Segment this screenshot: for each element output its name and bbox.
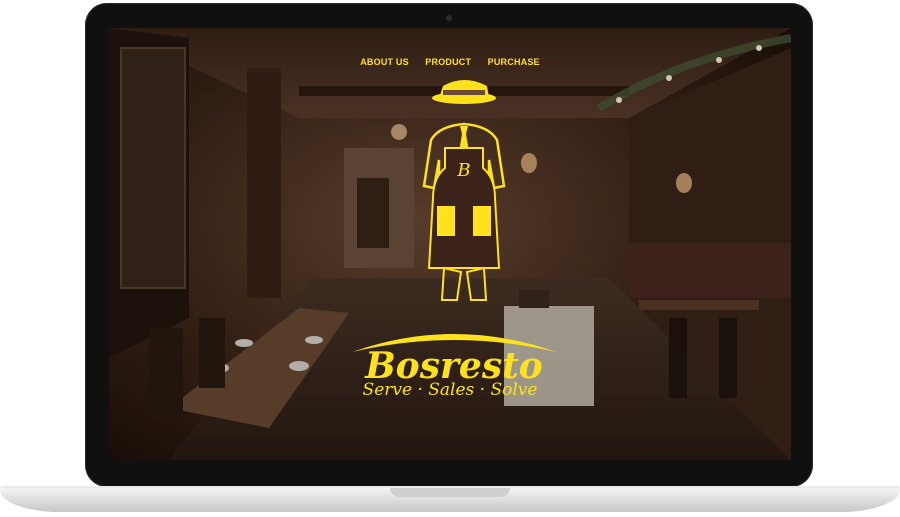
nav-about-us[interactable]: ABOUT US xyxy=(360,57,409,67)
tagline-row: Serve · Sales · Solve xyxy=(109,380,791,400)
nav-product[interactable]: PRODUCT xyxy=(425,57,471,67)
nav-purchase[interactable]: PURCHASE xyxy=(488,57,540,67)
apron-logo-mark: B xyxy=(456,160,470,181)
waiter-logo-icon: B xyxy=(422,80,506,301)
webcam-icon xyxy=(446,15,452,21)
website-screen: ABOUT US PRODUCT PURCHASE B Bosresto Ser… xyxy=(109,28,791,460)
brand-tagline: Serve · Sales · Solve xyxy=(362,380,538,400)
laptop-notch xyxy=(390,488,510,497)
